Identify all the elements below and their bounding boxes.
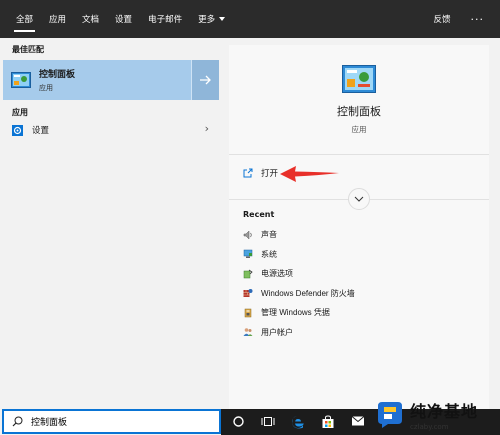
tab-label: 更多 (198, 15, 216, 25)
detail-panel: 控制面板 应用 打开 Recent 声音 系统 电源选项 Windows Def… (229, 45, 489, 409)
tab-settings[interactable]: 设置 (107, 0, 140, 38)
power-icon (243, 269, 253, 278)
search-filter-bar: 全部 应用 文档 设置 电子邮件 更多 反馈 ··· (0, 0, 500, 38)
recent-item-credentials[interactable]: 管理 Windows 凭据 (243, 303, 355, 323)
tab-apps[interactable]: 应用 (41, 0, 74, 38)
task-view-icon[interactable] (261, 415, 275, 428)
computer-icon (243, 250, 253, 259)
detail-type: 应用 (351, 125, 367, 134)
watermark-logo-icon (378, 401, 402, 428)
tab-label: 电子邮件 (148, 15, 183, 25)
recent-item-system[interactable]: 系统 (243, 245, 355, 265)
edge-browser-icon[interactable] (291, 415, 305, 429)
search-box[interactable]: 控制面板 (2, 409, 221, 434)
best-match-type: 应用 (39, 84, 53, 92)
recent-item-firewall[interactable]: Windows Defender 防火墙 (243, 284, 355, 304)
control-panel-icon (11, 72, 31, 88)
search-icon (12, 416, 23, 427)
credential-icon (244, 308, 252, 317)
mail-icon[interactable] (351, 415, 365, 427)
cortana-icon[interactable] (232, 415, 245, 428)
detail-name: 控制面板 (337, 105, 381, 118)
watermark-title: 纯净基地 (410, 402, 479, 421)
tab-label: 设置 (115, 15, 133, 25)
app-item-label: 设置 (32, 126, 50, 136)
tab-label: 应用 (49, 15, 67, 25)
recent-heading: Recent (243, 210, 275, 219)
chevron-right-icon: › (204, 122, 209, 135)
tab-label: 全部 (16, 15, 34, 25)
detail-header: 控制面板 应用 (229, 45, 489, 155)
speaker-icon (243, 230, 252, 240)
more-options-icon[interactable]: ··· (463, 13, 500, 26)
watermark: 纯净基地 czlaby.com (374, 394, 500, 435)
tab-documents[interactable]: 文档 (74, 0, 107, 38)
tab-email[interactable]: 电子邮件 (140, 0, 190, 38)
open-details-button[interactable] (191, 60, 219, 100)
best-match-result: 控制面板 应用 (3, 60, 219, 100)
settings-gear-icon (12, 124, 23, 136)
arrow-right-icon (199, 75, 211, 85)
chevron-down-icon (354, 196, 364, 202)
results-panel: 最佳匹配 控制面板 应用 应用 设置 › (0, 38, 222, 409)
feedback-button[interactable]: 反馈 (421, 13, 462, 25)
control-panel-large-icon (342, 65, 376, 93)
tab-more[interactable]: 更多 (190, 0, 233, 38)
recent-item-label: 管理 Windows 凭据 (261, 308, 330, 318)
tab-label: 文档 (82, 15, 100, 25)
best-match-heading: 最佳匹配 (12, 45, 44, 54)
recent-item-user-accounts[interactable]: 用户帐户 (243, 323, 355, 343)
recent-item-power[interactable]: 电源选项 (243, 264, 355, 284)
watermark-url: czlaby.com (410, 423, 449, 431)
recent-item-sound[interactable]: 声音 (243, 225, 355, 245)
recent-item-label: Windows Defender 防火墙 (261, 288, 355, 298)
recent-item-label: 声音 (261, 230, 277, 240)
best-match-name: 控制面板 (39, 70, 76, 80)
annotation-arrow-open (280, 166, 339, 182)
apps-heading: 应用 (12, 108, 28, 117)
caret-down-icon (219, 17, 226, 21)
recent-item-label: 电源选项 (261, 269, 293, 279)
store-icon[interactable] (321, 415, 335, 429)
open-icon (243, 168, 253, 178)
users-icon (243, 328, 253, 337)
recent-item-label: 系统 (261, 249, 277, 259)
app-item-settings[interactable]: 设置 › (3, 120, 219, 140)
best-match-item[interactable]: 控制面板 应用 (3, 60, 191, 100)
expand-button[interactable] (348, 188, 370, 210)
watermark-logo (374, 400, 404, 430)
firewall-icon (243, 289, 253, 298)
recent-list: 声音 系统 电源选项 Windows Defender 防火墙 管理 Windo… (243, 225, 355, 342)
search-input-value: 控制面板 (31, 418, 68, 428)
open-action[interactable]: 打开 (243, 167, 278, 179)
open-label: 打开 (261, 169, 279, 179)
recent-item-label: 用户帐户 (261, 327, 293, 337)
tab-all[interactable]: 全部 (0, 0, 41, 38)
